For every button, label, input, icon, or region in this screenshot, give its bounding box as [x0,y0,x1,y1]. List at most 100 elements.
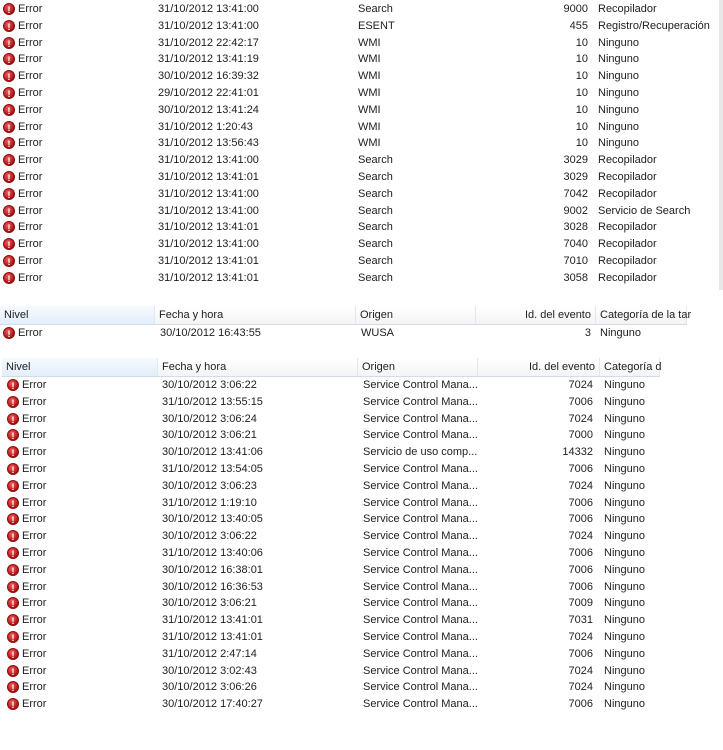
table-row[interactable]: ! Error 31/10/2012 13:41:01 Search 3058 Recop… [0,270,700,287]
cell-date-time: 31/10/2012 13:56:43 [158,137,259,150]
table-row[interactable]: ! Error 31/10/2012 1:19:10 Service Control … [0,495,700,512]
table-row[interactable]: ! Error 31/10/2012 13:41:01 Search 7010 Recop… [0,253,700,270]
table-row[interactable]: ! Error 30/10/2012 17:40:27 Service Control… [0,696,700,713]
error-icon: ! [7,395,19,408]
cell-date-time: 31/10/2012 13:41:00 [158,19,259,32]
cell-source: Service Control Mana... [363,496,478,509]
cell-task-category: Ninguno [604,379,645,391]
cell-date-time: 30/10/2012 13:40:05 [162,513,263,526]
cell-event-id: 7010 [563,254,588,267]
column-header-task-category[interactable]: Categoría d [600,358,661,376]
cell-level: Error [18,19,43,32]
table-row[interactable]: ! Error 30/10/2012 16:36:53 Service Control… [0,579,700,596]
cell-level: Error [18,271,43,284]
cell-source: WMI [358,86,381,99]
cell-task-category: Ninguno [604,563,645,576]
cell-source: Service Control Mana... [363,479,478,492]
column-header-date-time[interactable]: Fecha y hora [155,306,356,324]
column-header-event-id[interactable]: Id. del evento [476,306,596,324]
cell-task-category: Ninguno [598,86,639,99]
table-row[interactable]: ! Error 31/10/2012 22:42:17 WMI 10 Ninguno [0,35,700,52]
cell-level: Error [18,154,43,167]
table-row[interactable]: ! Error 29/10/2012 22:41:01 WMI 10 Ninguno [0,85,700,102]
table-row[interactable]: ! Error 30/10/2012 3:06:21 Service Control … [0,427,700,444]
cell-level: Error [22,395,47,408]
column-header-level[interactable]: Nivel [0,306,155,324]
error-icon: ! [3,53,15,66]
table-row[interactable]: ! Error 31/10/2012 13:41:01 Search 3028 Recop… [0,219,700,236]
table-row[interactable]: ! Error 31/10/2012 13:54:05 Service Control… [0,461,700,478]
table-row[interactable]: ! Error 30/10/2012 3:02:43 Service Control … [0,663,700,680]
cell-level: Error [22,513,47,526]
column-header-task-category[interactable]: Categoría de la tar [596,306,691,324]
table-row[interactable]: ! Error 31/10/2012 13:41:01 Service Control… [0,629,700,646]
table-row[interactable]: ! Error 31/10/2012 13:55:15 Service Control… [0,394,700,411]
cell-level: Error [18,86,43,99]
table-row[interactable]: ! Error 30/10/2012 3:06:23 Service Control … [0,478,700,495]
cell-level: Error [22,530,47,543]
cell-event-id: 7031 [568,614,593,627]
table-header-3: Nivel Fecha y hora Origen Id. del evento Cat… [2,358,661,377]
cell-level: Error [22,429,47,442]
column-header-source[interactable]: Origen [356,306,476,324]
cell-date-time: 31/10/2012 13:41:01 [162,630,263,643]
error-icon: ! [7,563,19,576]
error-icon: ! [7,647,19,660]
table-row[interactable]: ! Error 31/10/2012 13:41:00 ESENT 455 Registr… [0,18,710,35]
cell-level: Error [22,546,47,559]
cell-source: Service Control Mana... [363,429,478,442]
cell-source: Service Control Mana... [363,681,478,694]
table-row[interactable]: ! Error 30/10/2012 13:41:24 WMI 10 Ninguno [0,102,700,119]
cell-source: Service Control Mana... [363,412,478,425]
event-table-1: ! Error 31/10/2012 13:41:00 Search 9000 Recop… [0,1,710,287]
cell-date-time: 30/10/2012 16:39:32 [158,70,259,83]
cell-event-id: 10 [575,120,588,133]
table-row[interactable]: ! Error 31/10/2012 13:41:01 Service Control… [0,612,700,629]
error-icon: ! [7,462,19,475]
table-row[interactable]: ! Error 31/10/2012 13:41:00 Search 7042 Recop… [0,186,700,203]
cell-task-category: Ninguno [604,597,645,610]
column-header-level[interactable]: Nivel [2,358,158,376]
column-header-event-id[interactable]: Id. del evento [478,358,600,376]
error-icon: ! [3,187,15,200]
column-header-date-time[interactable]: Fecha y hora [158,358,358,376]
cell-task-category: Ninguno [598,53,639,66]
cell-task-category: Ninguno [604,647,645,660]
table-row[interactable]: ! Error 30/10/2012 3:06:21 Service Control … [0,595,700,612]
table-row[interactable]: ! Error 31/10/2012 13:41:00 Search 9000 Recop… [0,1,700,18]
error-icon: ! [7,530,19,543]
column-header-source[interactable]: Origen [358,358,478,376]
cell-date-time: 31/10/2012 13:41:01 [162,614,263,627]
table-row[interactable]: ! Error 31/10/2012 13:41:00 Search 7040 Recop… [0,236,700,253]
table-row[interactable]: ! Error 31/10/2012 13:56:43 WMI 10 Ninguno [0,135,700,152]
cell-source: Search [358,221,393,234]
table-row[interactable]: ! Error 30/10/2012 3:06:22 Service Control … [0,377,700,394]
table-row[interactable]: ! Error 31/10/2012 1:20:43 WMI 10 Ninguno [0,119,700,136]
table-row[interactable]: ! Error 31/10/2012 2:47:14 Service Control … [0,646,700,663]
table-row[interactable]: ! Error 31/10/2012 13:41:00 Search 9002 Servi… [0,203,700,220]
table-row[interactable]: ! Error 31/10/2012 13:40:06 Service Control… [0,545,700,562]
table-row[interactable]: ! Error 30/10/2012 16:43:55 WUSA 3 Ninguno [0,325,700,342]
cell-source: Service Control Mana... [363,664,478,677]
cell-event-id: 10 [575,70,588,83]
cell-task-category: Ninguno [604,429,645,442]
error-icon: ! [3,3,15,15]
table-row[interactable]: ! Error 30/10/2012 16:38:01 Service Control… [0,562,700,579]
table-row[interactable]: ! Error 30/10/2012 16:39:32 WMI 10 Ninguno [0,68,700,85]
cell-level: Error [18,137,43,150]
cell-task-category: Ninguno [604,446,645,459]
table-row[interactable]: ! Error 31/10/2012 13:41:19 WMI 10 Ninguno [0,51,700,68]
table-row[interactable]: ! Error 31/10/2012 13:41:00 Search 3029 Recop… [0,152,700,169]
error-icon: ! [7,681,19,694]
scrollbar[interactable] [719,0,723,290]
table-row[interactable]: ! Error 30/10/2012 3:06:24 Service Control … [0,411,700,428]
table-row[interactable]: ! Error 30/10/2012 3:06:26 Service Control … [0,679,700,696]
table-row[interactable]: ! Error 31/10/2012 13:41:01 Search 3029 Recop… [0,169,700,186]
cell-level: Error [18,221,43,234]
cell-level: Error [22,379,47,391]
cell-event-id: 7006 [568,647,593,660]
table-row[interactable]: ! Error 30/10/2012 3:06:22 Service Control … [0,528,700,545]
error-icon: ! [7,479,19,492]
table-row[interactable]: ! Error 30/10/2012 13:41:06 Servicio de uso… [0,444,700,461]
table-row[interactable]: ! Error 30/10/2012 13:40:05 Service Control… [0,511,700,528]
